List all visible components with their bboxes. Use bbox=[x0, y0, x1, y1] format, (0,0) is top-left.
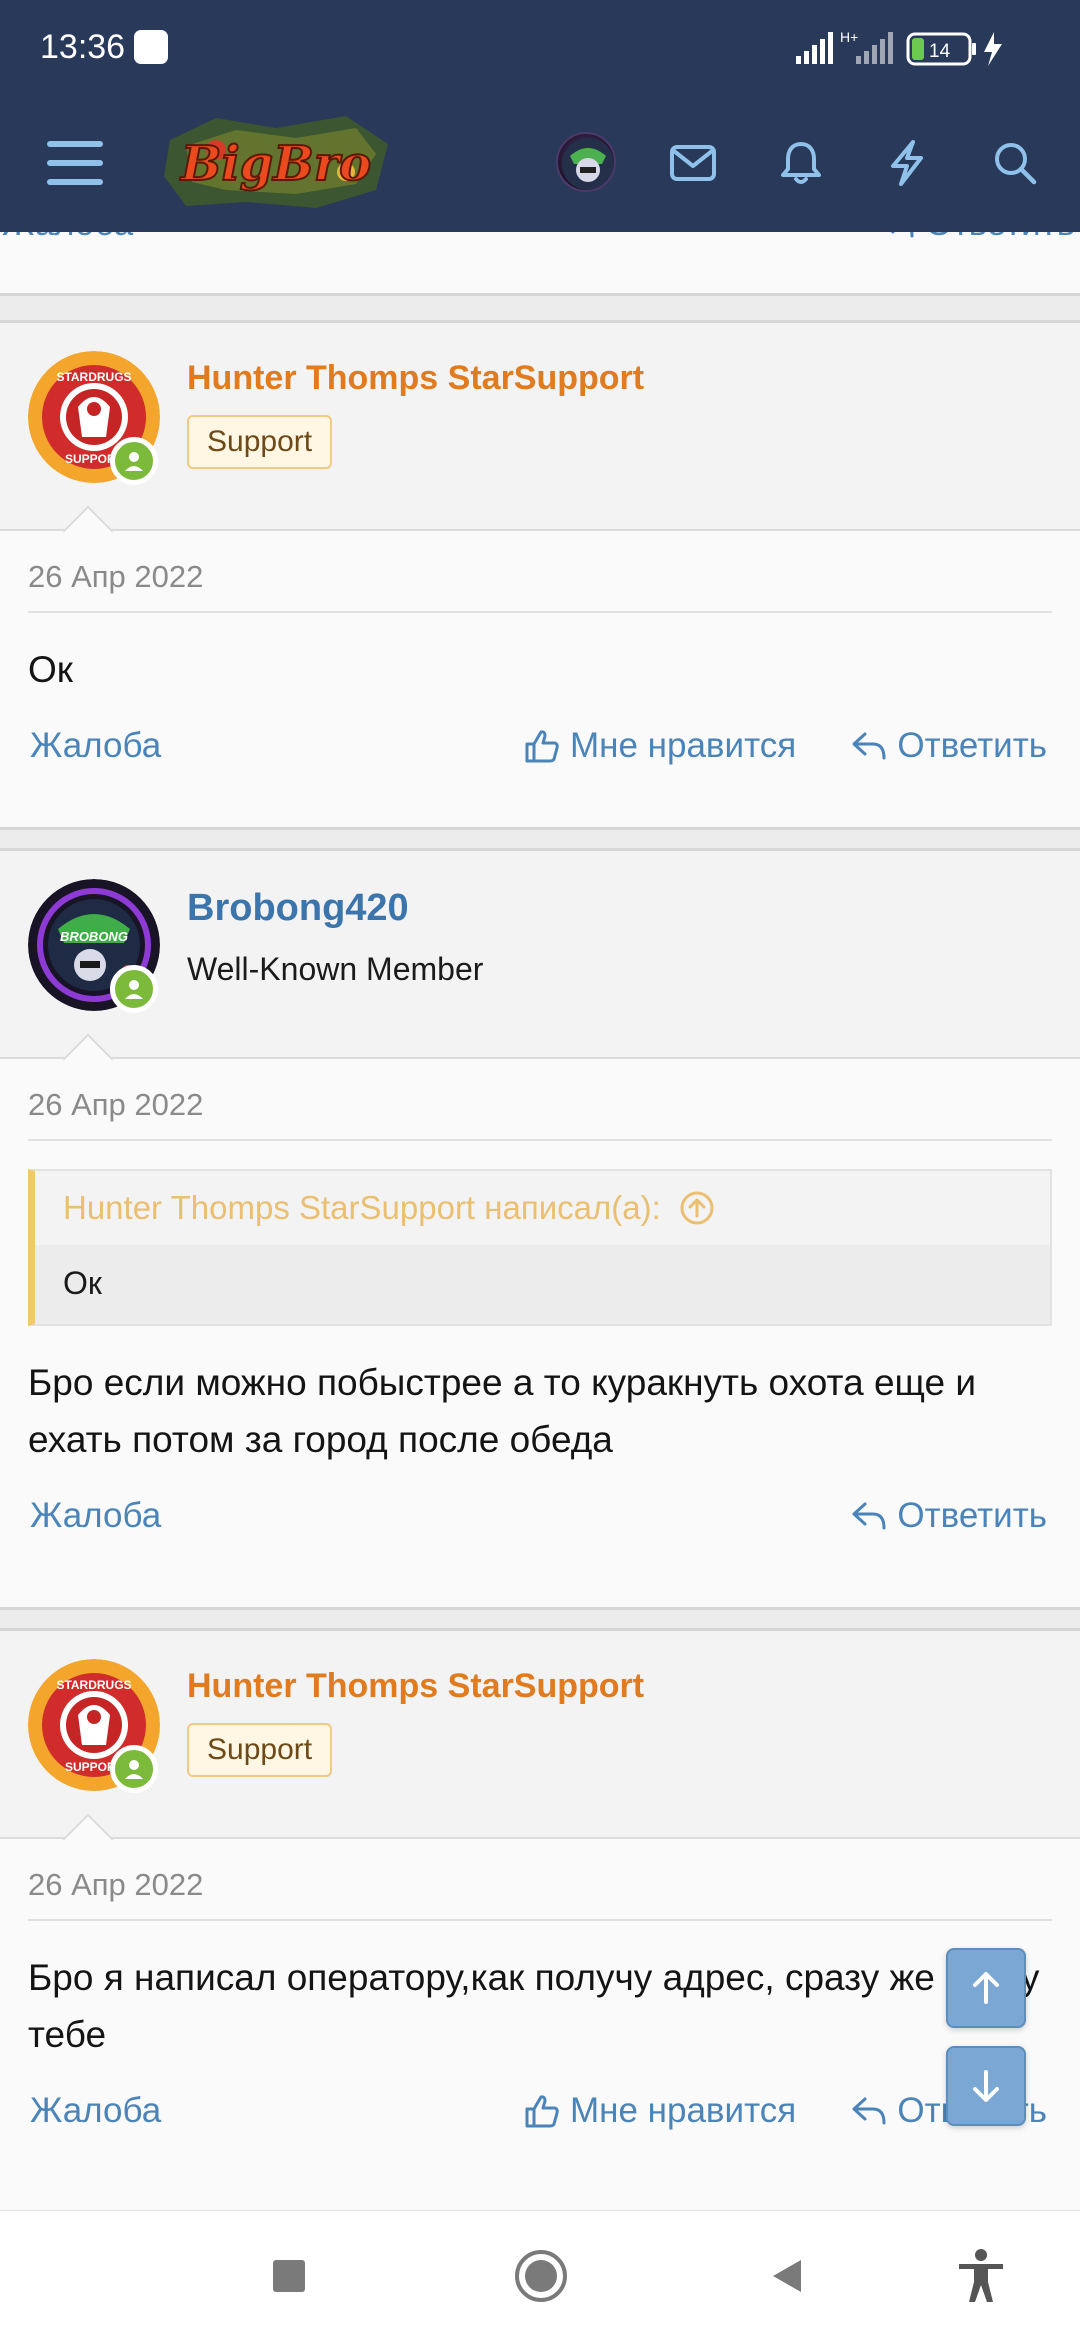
accessibility-button[interactable] bbox=[946, 2241, 1016, 2311]
reply-label: Ответить bbox=[897, 1496, 1047, 1535]
thumbs-up-icon bbox=[525, 2095, 559, 2128]
status-bar: 13:36 H+ 14 bbox=[0, 0, 1080, 96]
report-label: Жалоба bbox=[30, 726, 162, 765]
user-avatar-button[interactable] bbox=[556, 132, 616, 192]
like-label: Мне нравится bbox=[570, 726, 797, 765]
user-badge: Support bbox=[187, 1723, 333, 1777]
svg-text:BROBONG: BROBONG bbox=[60, 929, 128, 944]
report-link[interactable]: Жалоба bbox=[30, 726, 161, 766]
home-button[interactable] bbox=[506, 2241, 576, 2311]
charging-icon bbox=[984, 32, 1002, 66]
like-link[interactable]: Мне нравится bbox=[524, 2091, 796, 2131]
arrow-down-icon bbox=[973, 2070, 999, 2102]
search-button[interactable] bbox=[982, 130, 1048, 196]
messages-button[interactable] bbox=[660, 130, 726, 196]
search-icon bbox=[995, 143, 1037, 185]
quote-header[interactable]: Hunter Thomps StarSupport написал(а): bbox=[35, 1171, 1050, 1245]
online-status-icon bbox=[110, 965, 158, 1013]
post-body: 26 Апр 2022 Hunter Thomps StarSupport на… bbox=[0, 1059, 1080, 1578]
scroll-top-button[interactable] bbox=[946, 1948, 1026, 2028]
reply-link[interactable]: Ответить bbox=[851, 1496, 1047, 1536]
notification-square-icon bbox=[134, 30, 168, 64]
quote-text: Ок bbox=[35, 1245, 1050, 1324]
alerts-button[interactable] bbox=[768, 130, 834, 196]
post-body: 26 Апр 2022 Бро я написал оператору,как … bbox=[0, 1839, 1080, 2173]
post-actions: Жалоба Мне нравится Ответить bbox=[28, 2063, 1052, 2173]
thread-content: Жалоба Ответить STARDRUGS SUPPORT bbox=[0, 232, 1080, 2210]
avatar-image bbox=[562, 138, 614, 190]
like-label: Мне нравится bbox=[570, 2091, 797, 2130]
reply-icon bbox=[852, 1502, 886, 1530]
report-label: Жалоба bbox=[30, 1496, 162, 1535]
reply-link[interactable]: Ответить bbox=[851, 726, 1047, 766]
whats-new-button[interactable] bbox=[874, 130, 940, 196]
post-date[interactable]: 26 Апр 2022 bbox=[28, 1839, 1052, 1921]
signal-icon bbox=[796, 32, 833, 64]
svg-text:STARDRUGS: STARDRUGS bbox=[56, 1678, 131, 1692]
report-link[interactable]: Жалоба bbox=[2, 232, 133, 244]
reply-label: Ответить bbox=[925, 232, 1075, 244]
scroll-bottom-button[interactable] bbox=[946, 2046, 1026, 2126]
reply-icon bbox=[891, 232, 914, 238]
post-actions: Жалоба Мне нравится Ответить bbox=[28, 698, 1052, 808]
back-button[interactable] bbox=[752, 2241, 822, 2311]
reply-icon bbox=[852, 732, 886, 760]
like-link[interactable]: Мне нравится bbox=[524, 726, 796, 766]
post-user-block: STARDRUGS SUPPORT Hunter Thomps StarSupp… bbox=[0, 1631, 1080, 1865]
previous-post-footer: Жалоба Ответить bbox=[0, 232, 1080, 296]
post: BROBONG Brobong420 Well-Known Member 26 … bbox=[0, 848, 1080, 1610]
quote-block: Hunter Thomps StarSupport написал(а): Ок bbox=[28, 1169, 1052, 1326]
report-label: Жалоба bbox=[2, 232, 133, 244]
post: STARDRUGS SUPPORT Hunter Thomps StarSupp… bbox=[0, 320, 1080, 830]
online-status-icon bbox=[110, 437, 158, 485]
post-date[interactable]: 26 Апр 2022 bbox=[28, 1059, 1052, 1141]
thumbs-up-icon bbox=[525, 730, 559, 763]
bell-icon bbox=[781, 142, 821, 184]
triangle-back-icon bbox=[773, 2260, 801, 2292]
recents-button[interactable] bbox=[254, 2241, 324, 2311]
site-logo[interactable]: BigBro bbox=[156, 110, 396, 214]
site-header: BigBro bbox=[0, 96, 1080, 232]
battery-level: 14 bbox=[929, 41, 951, 62]
svg-text:STARDRUGS: STARDRUGS bbox=[56, 370, 131, 384]
reply-icon bbox=[852, 2097, 886, 2125]
quote-author: Hunter Thomps StarSupport написал(а): bbox=[63, 1189, 661, 1226]
circle-icon bbox=[515, 2250, 567, 2302]
system-status-icons: H+ 14 bbox=[796, 29, 1002, 66]
username-link[interactable]: Brobong420 bbox=[187, 887, 409, 930]
post-body: 26 Апр 2022 Ок Жалоба Мне нравится Ответ… bbox=[0, 531, 1080, 808]
square-icon bbox=[273, 2260, 305, 2292]
android-navigation-bar bbox=[0, 2210, 1080, 2340]
arrow-up-circle-icon[interactable] bbox=[679, 1190, 715, 1226]
username-link[interactable]: Hunter Thomps StarSupport bbox=[187, 1667, 644, 1706]
post-user-block: BROBONG Brobong420 Well-Known Member bbox=[0, 851, 1080, 1085]
lightning-icon bbox=[891, 140, 923, 186]
post-date[interactable]: 26 Апр 2022 bbox=[28, 531, 1052, 613]
username-link[interactable]: Hunter Thomps StarSupport bbox=[187, 359, 644, 398]
hamburger-icon bbox=[47, 141, 103, 185]
post-text: Бро я написал оператору,как получу адрес… bbox=[28, 1957, 1040, 2055]
signal-2-icon bbox=[856, 32, 893, 64]
report-label: Жалоба bbox=[30, 2091, 162, 2130]
report-link[interactable]: Жалоба bbox=[30, 1496, 161, 1536]
user-title: Well-Known Member bbox=[187, 951, 484, 987]
arrow-up-icon bbox=[973, 1972, 999, 2004]
network-type: H+ bbox=[840, 29, 858, 45]
post-text: Бро если можно побыстрее а то куракнуть … bbox=[28, 1362, 977, 1460]
battery-icon: 14 bbox=[906, 32, 976, 66]
menu-button[interactable] bbox=[42, 130, 108, 196]
post: STARDRUGS SUPPORT Hunter Thomps StarSupp… bbox=[0, 1628, 1080, 2210]
post-actions: Жалоба Ответить bbox=[28, 1468, 1052, 1578]
reply-label: Ответить bbox=[897, 726, 1047, 765]
report-link[interactable]: Жалоба bbox=[30, 2091, 161, 2131]
post-user-block: STARDRUGS SUPPORT Hunter Thomps StarSupp… bbox=[0, 323, 1080, 557]
online-status-icon bbox=[110, 1745, 158, 1793]
post-text: Ок bbox=[28, 649, 73, 690]
logo-text: BigBro bbox=[179, 136, 371, 192]
status-time: 13:36 bbox=[40, 28, 126, 66]
envelope-icon bbox=[670, 145, 716, 181]
accessibility-icon bbox=[959, 2249, 1003, 2302]
reply-link[interactable]: Ответить bbox=[879, 232, 1075, 244]
user-badge: Support bbox=[187, 415, 333, 469]
